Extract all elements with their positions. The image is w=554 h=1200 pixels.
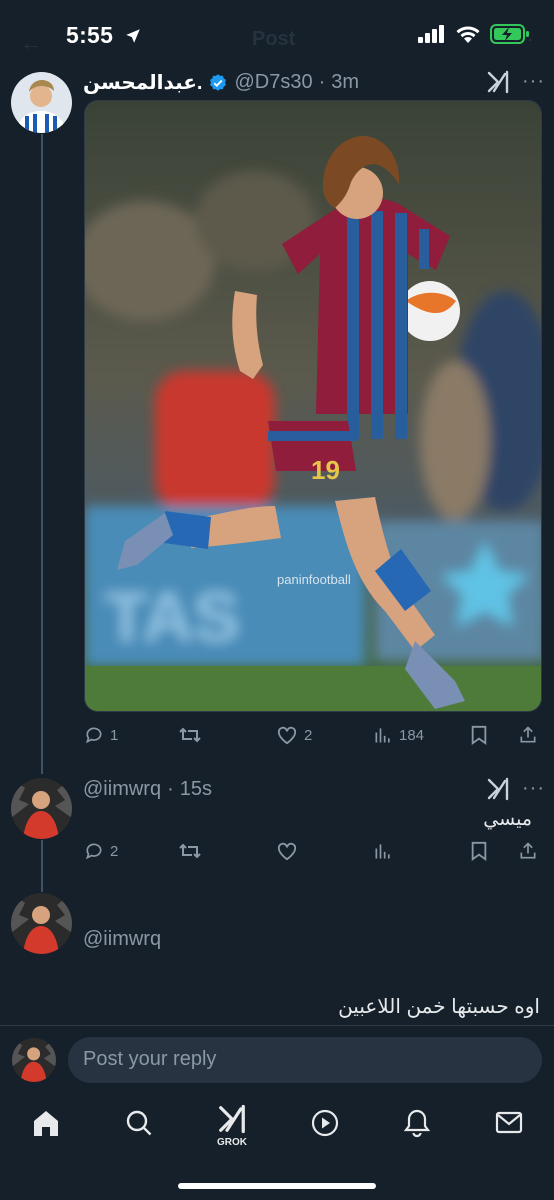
cellular-signal-icon — [418, 25, 444, 43]
bookmark-button[interactable] — [470, 841, 488, 861]
reply-input[interactable]: Post your reply — [68, 1037, 542, 1083]
main-post-actions: 1 2 184 — [0, 722, 554, 748]
page-title: Post — [252, 28, 296, 50]
tab-search[interactable] — [125, 1108, 153, 1143]
grok-label: GROK — [217, 1137, 247, 1148]
tab-grok[interactable]: GROK — [214, 1104, 250, 1148]
location-arrow-icon — [126, 29, 140, 43]
like-count: 2 — [304, 726, 313, 744]
back-arrow-icon[interactable]: ← — [20, 30, 42, 56]
separator-dot: · — [167, 778, 174, 800]
views-icon — [375, 844, 390, 859]
reply-text: ميسي — [483, 809, 532, 830]
grok-icon[interactable] — [486, 777, 510, 806]
post-image[interactable]: TAS 19 paninfootball — [84, 100, 542, 712]
status-time: 5:55 — [66, 22, 142, 49]
wifi-icon — [456, 26, 480, 43]
share-icon — [520, 726, 536, 743]
draft-text: اوه حسبتها خمن اللاعبين — [338, 996, 540, 1018]
shirt-number: 19 — [311, 455, 340, 485]
post-time[interactable]: 3m — [331, 71, 359, 94]
tab-notifications[interactable] — [403, 1108, 431, 1143]
repost-button[interactable] — [178, 841, 202, 861]
reply-icon — [85, 843, 102, 860]
bell-icon — [403, 1109, 431, 1138]
like-button[interactable] — [276, 841, 298, 861]
composer-avatar — [12, 1038, 56, 1082]
bookmark-icon — [471, 841, 487, 861]
share-button[interactable] — [518, 725, 538, 745]
mail-icon — [495, 1111, 523, 1134]
bookmark-button[interactable] — [470, 725, 488, 745]
separator-dot: · — [318, 71, 326, 93]
reply-button[interactable]: 1 — [84, 725, 118, 745]
like-button[interactable]: 2 — [276, 725, 312, 745]
play-icon — [311, 1109, 339, 1137]
draft-header: @iimwrq — [83, 928, 161, 951]
author-handle[interactable]: @D7s30 — [234, 71, 312, 94]
post-header: عبدالمحسن. @D7s30 · 3m — [83, 70, 359, 95]
tab-video[interactable] — [310, 1108, 340, 1143]
svg-text:TAS: TAS — [105, 578, 240, 656]
tab-messages[interactable] — [495, 1108, 523, 1143]
views-button[interactable] — [373, 841, 393, 861]
author-name[interactable]: عبدالمحسن. — [83, 70, 202, 95]
heart-icon — [277, 842, 297, 861]
battery-charging-icon — [490, 24, 529, 44]
reply-count: 1 — [110, 726, 119, 744]
verified-badge-icon — [210, 73, 227, 91]
draft-avatar — [11, 893, 72, 954]
reply-avatar[interactable] — [11, 778, 72, 839]
tab-home[interactable] — [32, 1108, 60, 1143]
reply-handle[interactable]: @iimwrq — [83, 778, 161, 801]
views-button[interactable]: 184 — [373, 725, 424, 745]
reply-header: @iimwrq · 15s — [83, 778, 212, 801]
reply-actions: 2 — [0, 838, 554, 864]
views-icon — [375, 728, 390, 743]
home-indicator — [178, 1183, 376, 1189]
more-options-icon[interactable]: ··· — [522, 777, 545, 800]
author-avatar[interactable] — [11, 72, 72, 133]
reply-button[interactable]: 2 — [84, 841, 118, 861]
composer-divider — [0, 1025, 554, 1026]
thread-line — [41, 134, 43, 774]
status-time-text: 5:55 — [66, 22, 114, 48]
home-icon — [34, 1111, 58, 1136]
grok-icon[interactable] — [486, 70, 510, 99]
repost-button[interactable] — [178, 725, 208, 745]
status-icons — [418, 24, 530, 44]
reply-time[interactable]: 15s — [180, 778, 212, 801]
draft-handle: @iimwrq — [83, 928, 162, 950]
reply-icon — [85, 727, 102, 744]
share-icon — [520, 842, 536, 859]
image-watermark: paninfootball — [277, 572, 351, 587]
heart-icon — [277, 726, 297, 745]
search-icon — [126, 1110, 152, 1136]
bookmark-icon — [471, 725, 487, 745]
more-options-icon[interactable]: ··· — [522, 70, 545, 93]
views-count: 184 — [399, 726, 425, 744]
repost-icon — [179, 727, 201, 743]
grok-icon — [219, 1104, 245, 1134]
repost-icon — [179, 843, 201, 859]
reply-count: 2 — [110, 842, 119, 860]
share-button[interactable] — [518, 841, 538, 861]
